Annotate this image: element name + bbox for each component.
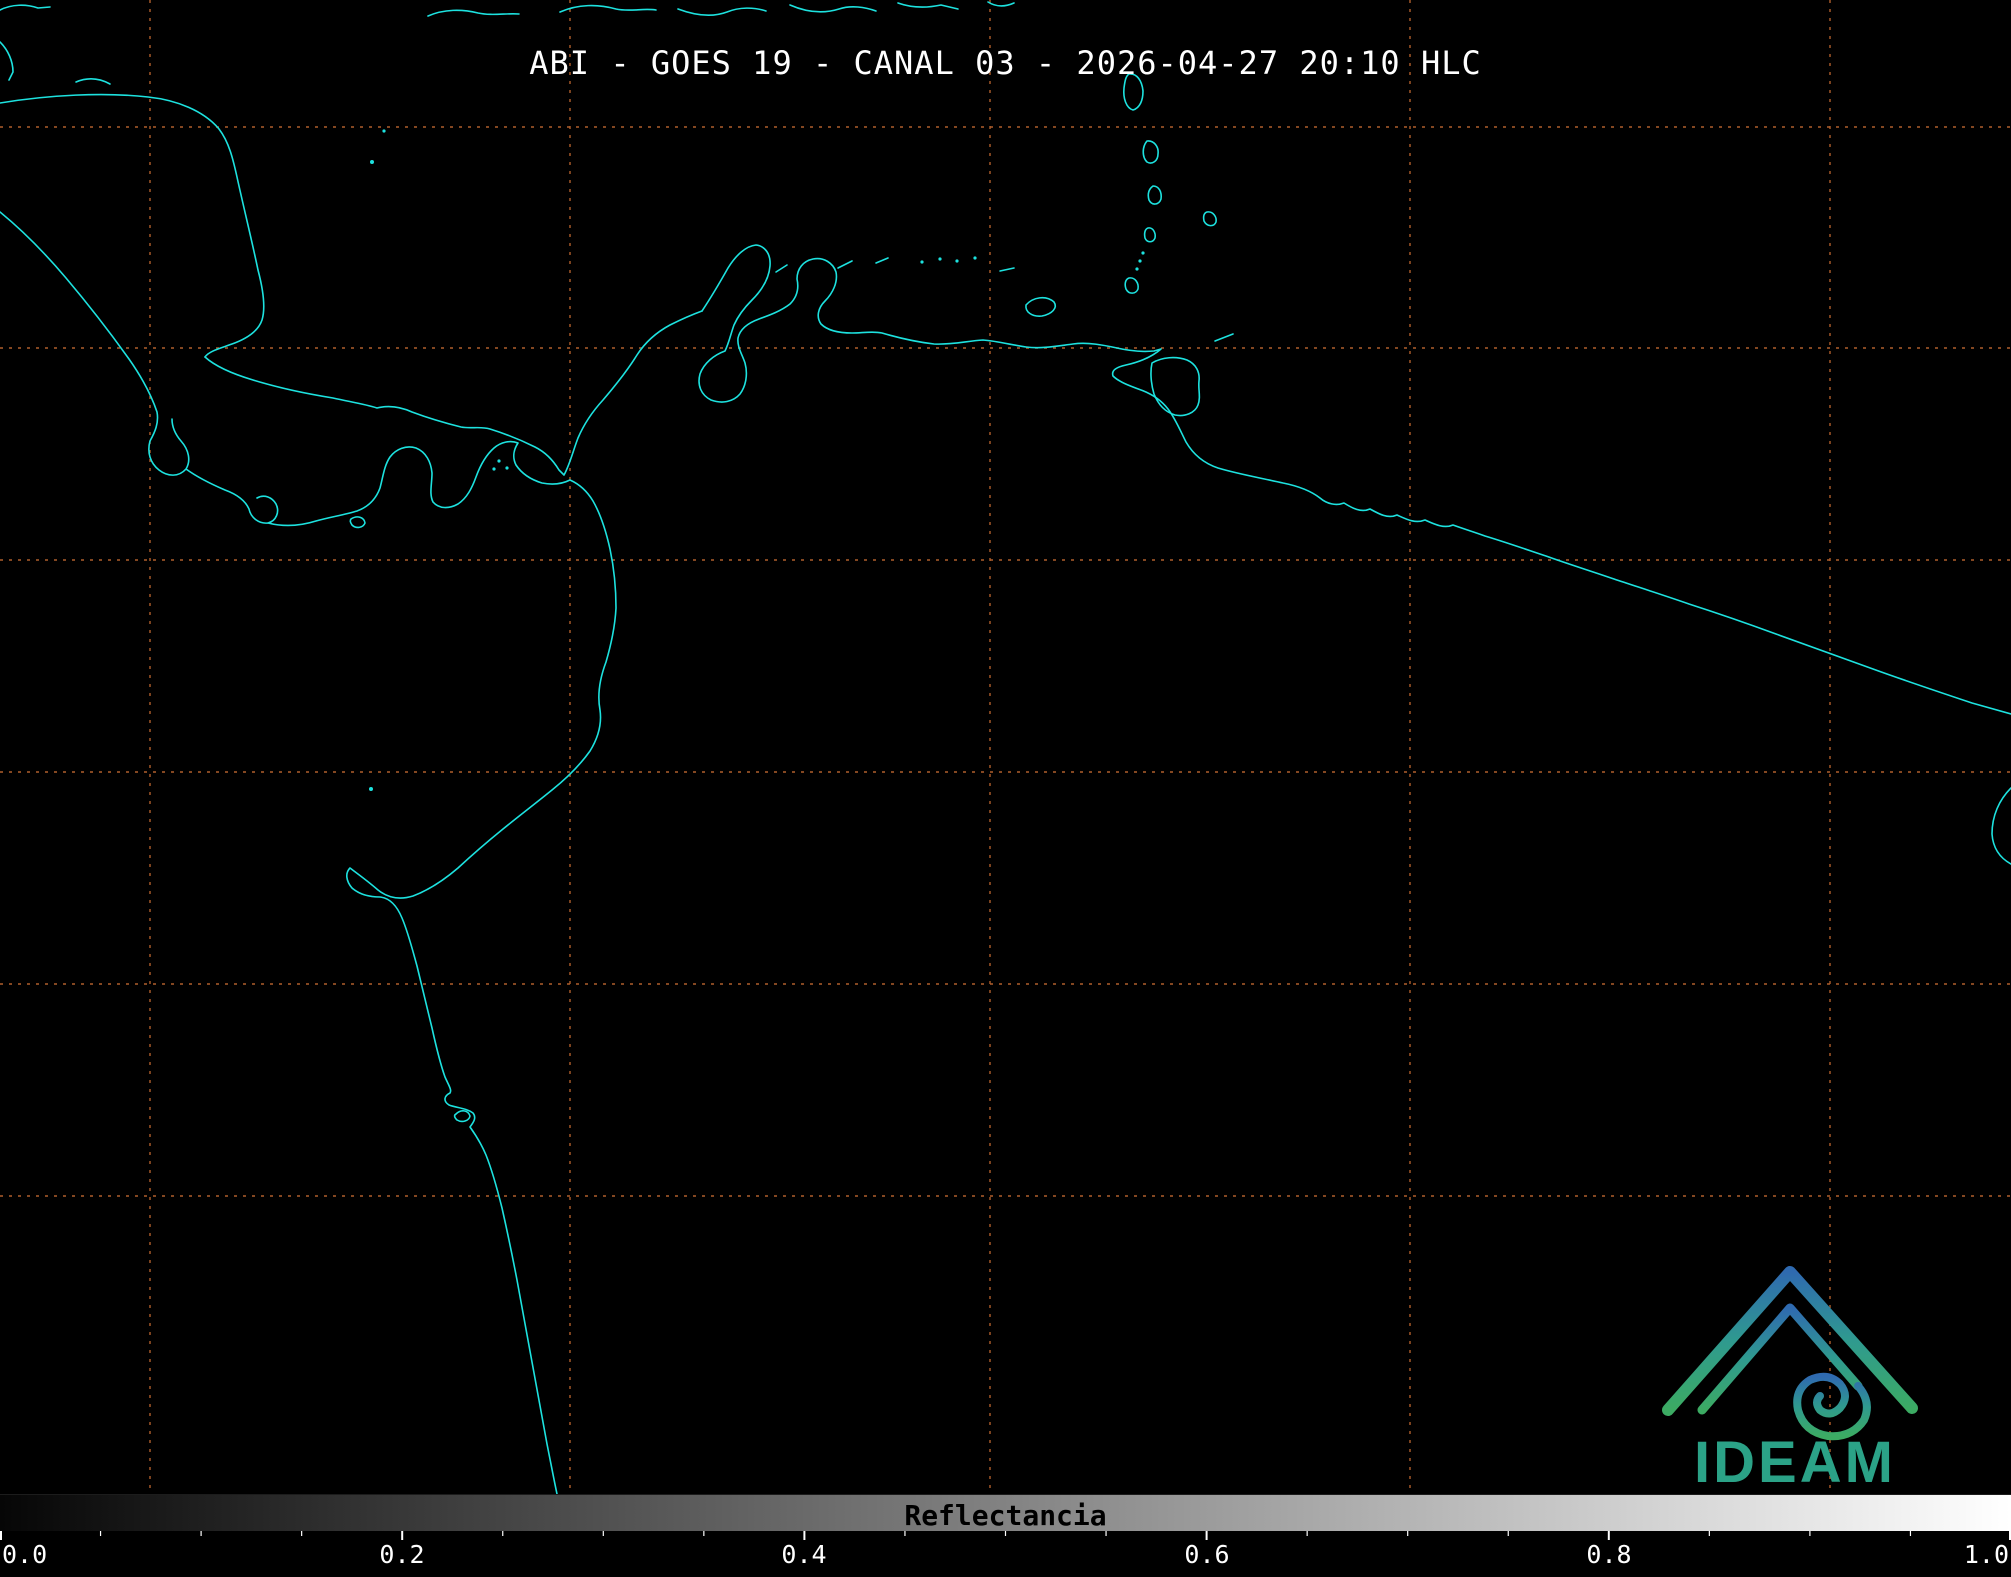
image-title: ABI - GOES 19 - CANAL 03 - 2026-04-27 20… xyxy=(0,44,2011,82)
island-coiba xyxy=(350,517,365,528)
logo-hurricane-swirl xyxy=(1797,1377,1867,1436)
colorbar-tick-label: 0.6 xyxy=(1184,1540,1229,1569)
island-venezuelan-cays xyxy=(955,259,958,262)
coast-fragment-rightedge xyxy=(1992,788,2011,864)
colorbar-tick-label: 0.8 xyxy=(1586,1540,1631,1569)
coast-fragment-topleft xyxy=(0,5,50,10)
island-bonaire xyxy=(876,258,888,263)
coastline-trinidad xyxy=(1151,358,1199,416)
island-pearl-islands xyxy=(492,467,495,470)
satellite-image-screen: ABI - GOES 19 - CANAL 03 - 2026-04-27 20… xyxy=(0,0,2011,1577)
colorbar: Reflectancia xyxy=(0,1494,2011,1531)
coastline-guajira-maracaibo-venezuela-guyana xyxy=(699,245,2011,714)
colorbar-ticks xyxy=(0,1531,2011,1541)
coastline-tobago xyxy=(1215,334,1233,341)
coast-fragment-top xyxy=(988,2,1014,6)
island-san-andres xyxy=(370,160,374,164)
ideam-logo: IDEAM xyxy=(1650,1250,1940,1495)
ideam-logo-text: IDEAM xyxy=(1694,1430,1896,1495)
island-tortuga xyxy=(1000,268,1014,271)
island-venezuelan-cays xyxy=(920,260,923,263)
island-venezuelan-cays xyxy=(973,256,976,259)
island-stvincent xyxy=(1145,228,1156,242)
island-margarita xyxy=(1026,298,1055,316)
island-grenadines xyxy=(1138,259,1141,262)
island-stlucia xyxy=(1148,186,1161,204)
island-curacao xyxy=(838,261,852,268)
island-aruba xyxy=(776,265,787,272)
coastline-costarica-panama-caribbean xyxy=(205,311,702,475)
island-malpelo xyxy=(369,787,373,791)
island-pearl-islands xyxy=(505,466,508,469)
ideam-logo-mark: IDEAM xyxy=(1650,1250,1940,1495)
colorbar-tick-label: 0.0 xyxy=(2,1540,47,1569)
island-providencia xyxy=(382,129,385,132)
island-venezuelan-cays xyxy=(938,257,941,260)
island-martinique xyxy=(1143,141,1158,163)
coast-fragment-top xyxy=(678,8,766,15)
coastline-pacific-centralamerica-southamerica xyxy=(0,212,616,1494)
coast-fragment-top xyxy=(790,5,876,12)
coast-fragment-top xyxy=(428,10,519,16)
island-grenadines xyxy=(1135,267,1138,270)
colorbar-tick-label: 0.2 xyxy=(379,1540,424,1569)
island-pearl-islands xyxy=(497,459,500,462)
coastline-nicaragua-caribbean xyxy=(0,95,264,357)
coast-fragment-top xyxy=(560,6,656,12)
logo-mountain-outline xyxy=(1668,1272,1912,1410)
island-puna xyxy=(455,1111,470,1122)
island-barbados xyxy=(1204,212,1217,226)
colorbar-tick-label: 0.4 xyxy=(781,1540,826,1569)
coast-fragment-top xyxy=(898,3,958,9)
colorbar-tick-label: 1.0 xyxy=(1964,1540,2009,1569)
island-grenadines xyxy=(1141,251,1144,254)
island-grenada xyxy=(1125,278,1138,293)
colorbar-label: Reflectancia xyxy=(0,1499,2011,1532)
